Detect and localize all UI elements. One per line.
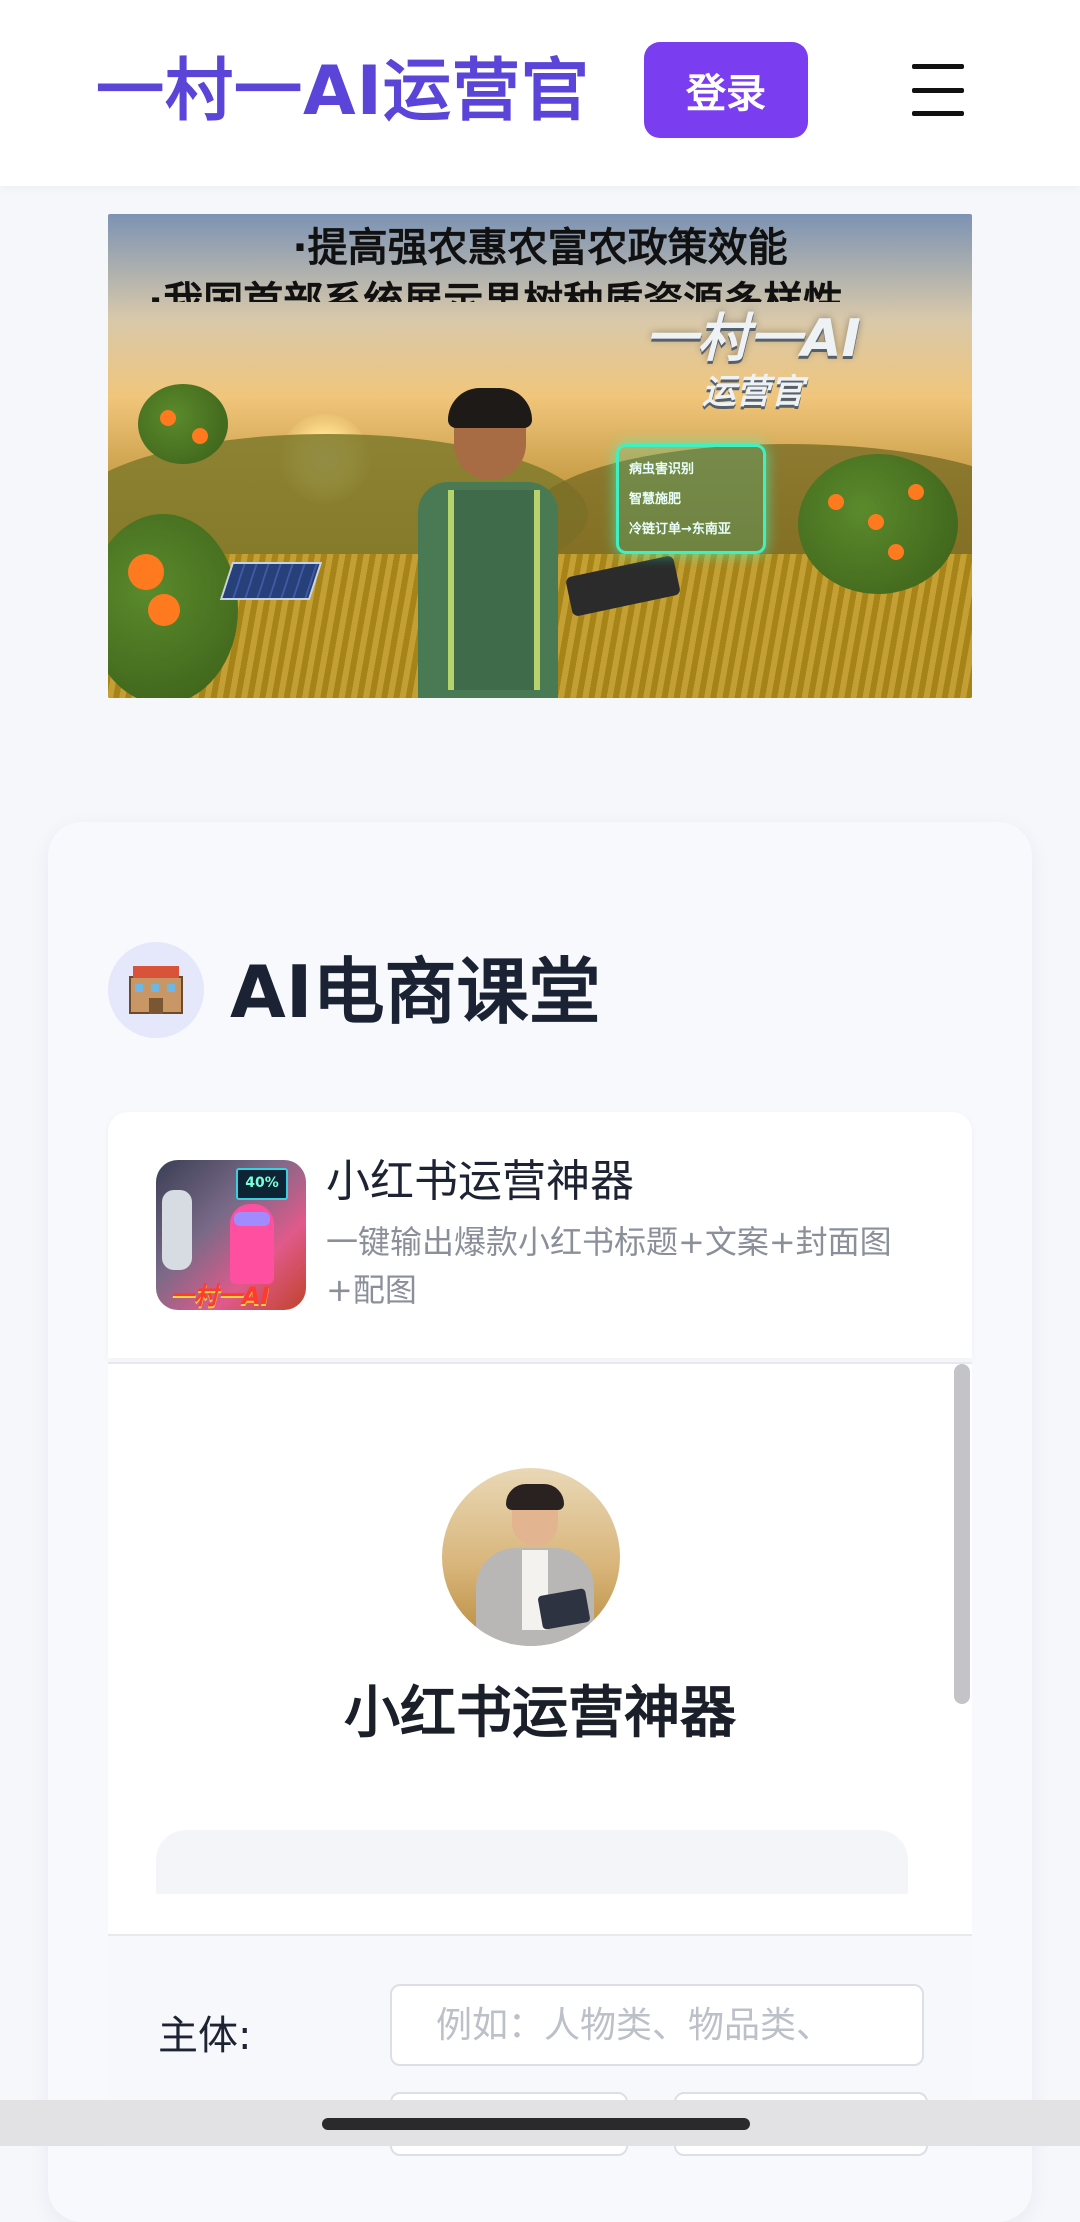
farmer-vest (448, 490, 540, 690)
banner-headline-2: ·我国首部系统展示果树种质资源多样性 (148, 279, 844, 302)
holo-item: 智慧施肥 (629, 492, 682, 507)
building-icon (108, 942, 204, 1038)
menu-line (912, 111, 964, 116)
banner-orange (888, 544, 904, 560)
building-window (135, 984, 143, 992)
banner-orange (908, 484, 924, 500)
banner-orange (192, 428, 208, 444)
banner-solar-panel (219, 562, 323, 600)
banner-orange (128, 554, 164, 590)
banner-orange (148, 594, 180, 626)
banner-orange-tree (138, 384, 228, 464)
holo-item: 病虫害识别 (629, 462, 695, 477)
banner-orange (868, 514, 884, 530)
section-title: AI电商课堂 (230, 950, 601, 1034)
building-graphic (129, 966, 183, 1014)
banner-orange (160, 410, 176, 426)
thumb-screen: 40% (236, 1168, 288, 1200)
menu-line (912, 87, 964, 93)
holo-item: 冷链订单→东南亚 (629, 522, 731, 537)
brand-title[interactable]: 一村一AI运营官 (96, 44, 590, 140)
avatar-hair (506, 1484, 564, 1510)
building-sign (133, 966, 179, 978)
home-indicator[interactable] (322, 2118, 750, 2130)
banner-orange (828, 494, 844, 510)
top-header: 一村一AI运营官 登录 (0, 0, 1080, 186)
banner-badge-title: 一村一AI (645, 309, 861, 369)
banner-headline-1: ·提高强农惠农富农政策效能 (292, 225, 788, 271)
thumb-logo: 一村一AI (170, 1282, 270, 1310)
building-door (149, 998, 163, 1014)
tool-thumbnail[interactable]: 40% 一村一AI (156, 1160, 306, 1310)
farmer-hair (448, 388, 532, 428)
tool-title[interactable]: 小红书运营神器 (326, 1152, 634, 1212)
subject-input[interactable] (390, 1984, 924, 2066)
banner-farmer (408, 388, 568, 698)
banner-hologram-panel: 病虫害识别 智慧施肥 冷链订单→东南亚 (616, 444, 766, 554)
hamburger-menu-icon[interactable] (912, 64, 964, 116)
thumb-robot-arm (162, 1190, 192, 1270)
tool-description: 一键输出爆款小红书标题+文案+封面图+配图 (326, 1223, 892, 1309)
banner-badge-subtitle: 运营官 (702, 372, 804, 412)
preview-message-bubble (156, 1830, 908, 1894)
assistant-avatar (442, 1468, 620, 1646)
preview-title: 小红书运营神器 (344, 1681, 736, 1746)
thumb-vr-headset (234, 1212, 270, 1226)
subject-label: 主体: (158, 2013, 252, 2059)
building-window (151, 984, 159, 992)
login-button[interactable]: 登录 (644, 42, 808, 138)
menu-line (912, 64, 964, 69)
preview-scrollbar[interactable] (954, 1364, 970, 1704)
building-window (167, 984, 175, 992)
hero-banner[interactable]: 病虫害识别 智慧施肥 冷链订单→东南亚 一村一AI 运营官 ·提高强农惠农富农政… (108, 214, 972, 698)
